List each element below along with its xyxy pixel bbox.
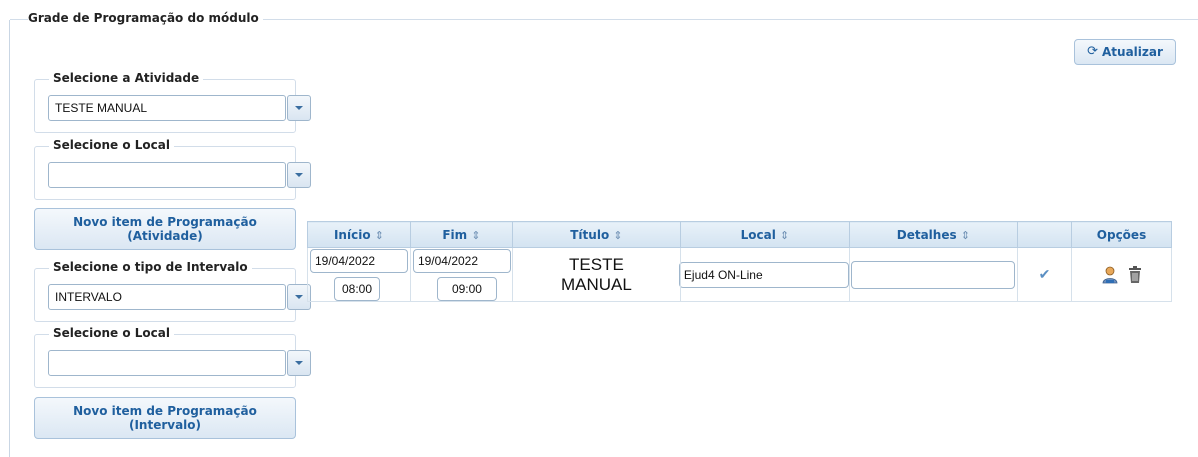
- schedule-table: Início ⇕ Fim ⇕ Título ⇕ Local ⇕ Detalhes…: [307, 221, 1172, 302]
- local2-select[interactable]: [48, 350, 286, 376]
- new-interval-button-line1: Novo item de Programação: [73, 404, 257, 418]
- new-interval-item-button[interactable]: Novo item de Programação (Intervalo): [34, 397, 296, 439]
- chevron-down-icon: [295, 361, 303, 365]
- refresh-button[interactable]: ⟳ Atualizar: [1074, 39, 1176, 65]
- cell-fim: [409, 247, 513, 302]
- start-date-input[interactable]: [310, 248, 408, 273]
- new-activity-button-line2: (Atividade): [127, 229, 203, 243]
- activity-select-value: TESTE MANUAL: [55, 101, 148, 115]
- check-icon[interactable]: ✔: [1039, 266, 1051, 282]
- chevron-down-icon: [295, 295, 303, 299]
- column-header-inicio[interactable]: Início ⇕: [307, 221, 411, 248]
- activity-select-arrow[interactable]: [287, 95, 311, 121]
- titulo-line2: MANUAL: [560, 274, 632, 294]
- local1-select[interactable]: [48, 162, 286, 188]
- titulo-line1: TESTE: [569, 254, 624, 274]
- column-header-confirm: [1016, 221, 1073, 248]
- interval-legend: Selecione o tipo de Intervalo: [49, 260, 252, 274]
- sort-icon: ⇕: [471, 228, 481, 242]
- activity-select[interactable]: TESTE MANUAL: [48, 95, 286, 121]
- local1-select-arrow[interactable]: [287, 162, 311, 188]
- sort-icon: ⇕: [374, 228, 384, 242]
- interval-select[interactable]: INTERVALO: [48, 284, 286, 310]
- end-date-input[interactable]: [412, 248, 511, 273]
- cell-inicio: [307, 247, 411, 302]
- new-activity-item-button[interactable]: Novo item de Programação (Atividade): [34, 208, 296, 250]
- cell-detalhes: [848, 247, 1018, 302]
- local2-select-arrow[interactable]: [287, 350, 311, 376]
- chevron-down-icon: [295, 173, 303, 177]
- cell-confirm: ✔: [1016, 247, 1073, 302]
- trash-icon[interactable]: [1128, 265, 1142, 284]
- page-edge: [9, 20, 10, 457]
- refresh-button-label: Atualizar: [1102, 45, 1163, 59]
- local-input[interactable]: [678, 261, 849, 288]
- new-interval-button-line2: (Intervalo): [128, 418, 202, 432]
- sort-icon: ⇕: [960, 228, 971, 242]
- sort-icon: ⇕: [780, 228, 790, 242]
- column-header-fim[interactable]: Fim ⇕: [409, 221, 513, 248]
- module-title: Grade de Programação do módulo: [28, 11, 263, 25]
- column-header-opcoes: Opções: [1071, 221, 1172, 248]
- local2-legend: Selecione o Local: [49, 326, 174, 340]
- column-header-detalhes[interactable]: Detalhes ⇕: [848, 221, 1018, 248]
- details-input[interactable]: [851, 260, 1016, 289]
- cell-local: [678, 247, 850, 302]
- cell-titulo: TESTE MANUAL: [511, 247, 681, 302]
- cell-opcoes: [1071, 247, 1172, 302]
- column-header-titulo[interactable]: Título ⇕: [511, 221, 681, 248]
- chevron-down-icon: [295, 106, 303, 110]
- table-row: TESTE MANUAL ✔: [307, 247, 1172, 302]
- local1-legend: Selecione o Local: [49, 138, 174, 152]
- column-header-local[interactable]: Local ⇕: [679, 221, 850, 248]
- sort-icon: ⇕: [613, 228, 623, 242]
- start-time-input[interactable]: [334, 276, 380, 301]
- activity-legend: Selecione a Atividade: [49, 71, 204, 85]
- new-activity-button-line1: Novo item de Programação: [73, 215, 257, 229]
- interval-select-value: INTERVALO: [55, 290, 122, 304]
- end-time-input[interactable]: [436, 276, 497, 301]
- user-icon[interactable]: [1102, 266, 1118, 284]
- refresh-icon: ⟳: [1087, 44, 1098, 59]
